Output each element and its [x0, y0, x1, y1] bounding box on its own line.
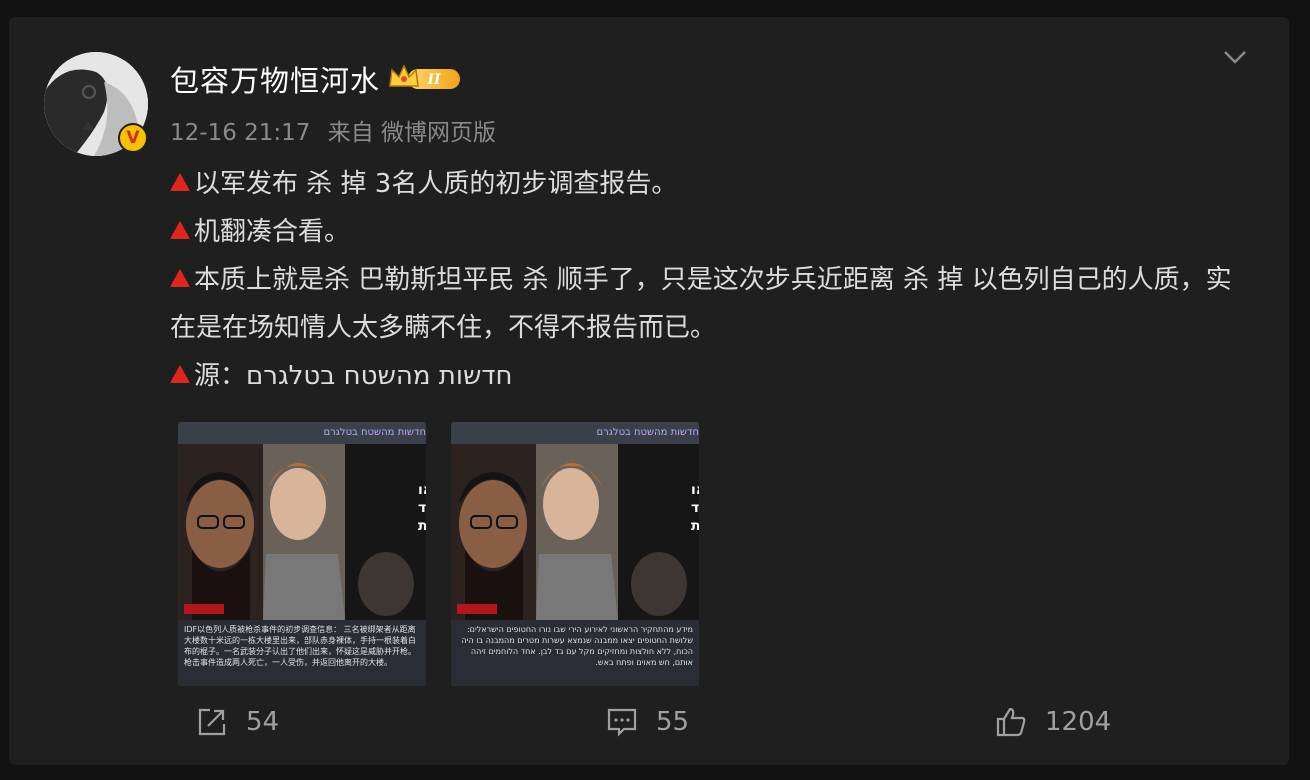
image-channel-label: חדשות מהשטח בטלגרם: [178, 422, 426, 444]
post-text: 以军发布 杀 掉 3名人质的初步调查报告。 机翻凑合看。 本质上就是杀 巴勒斯坦…: [170, 160, 1250, 400]
comment-count: 55: [656, 707, 690, 737]
svg-text:לבן וידיים מורמות: לבן וידיים מורמות: [691, 518, 699, 534]
image-channel-label: חדשות מהשטח בטלגרם: [451, 422, 699, 444]
red-triangle-icon: [170, 221, 190, 239]
red-triangle-icon: [170, 365, 190, 383]
svg-text:החטופים יצאו: החטופים יצאו: [691, 482, 699, 498]
repost-button[interactable]: 54: [196, 706, 279, 738]
comment-button[interactable]: 55: [606, 706, 689, 738]
red-triangle-icon: [170, 269, 190, 287]
svg-text:החטופים יצאו: החטופים יצאו: [418, 482, 426, 498]
verified-v-icon: V: [118, 123, 148, 153]
repost-count: 54: [246, 707, 280, 737]
hostage-photo-collage: החטופים יצאו ממבנה עם בד לבן וידיים מורמ…: [178, 444, 426, 640]
post-time[interactable]: 12-16 21:17: [170, 120, 310, 146]
member-crown-badge-icon[interactable]: II: [386, 62, 466, 94]
post-image-1[interactable]: חדשות מהשטח בטלגרם החטופים יצאו ממבנה עם…: [178, 422, 426, 686]
svg-text:לבן וידיים מורמות: לבן וידיים מורמות: [418, 518, 426, 534]
chevron-down-icon[interactable]: [1222, 48, 1248, 66]
post-image-2[interactable]: חדשות מהשטח בטלגרם החטופים יצאו ממבנה עם…: [451, 422, 699, 686]
hostage-photo-collage: החטופים יצאו ממבנה עם בד לבן וידיים מורמ…: [451, 444, 699, 640]
red-triangle-icon: [170, 173, 190, 191]
repost-share-icon: [198, 708, 226, 736]
post-meta: 12-16 21:17 来自 微博网页版: [170, 113, 506, 147]
like-count: 1204: [1045, 707, 1112, 737]
svg-text:ממבנה עם בד: ממבנה עם בד: [691, 500, 699, 516]
svg-text:ממבנה עם בד: ממבנה עם בד: [418, 500, 426, 516]
post-line-1: 以军发布 杀 掉 3名人质的初步调查报告。: [170, 160, 1250, 208]
level-badge-text: II: [426, 72, 441, 88]
image-caption: IDF以色列人质被枪杀事件的初步调查信息： 三名被绑架者从距离大楼数十米远的一栋…: [178, 620, 426, 686]
author-name[interactable]: 包容万物恒河水: [170, 58, 380, 100]
image-caption: מידע מהתחקיר הראשוני לאירוע הירי שבו נור…: [451, 620, 699, 686]
like-button[interactable]: 1204: [995, 706, 1111, 738]
post-source: 来自 微博网页版: [327, 120, 497, 146]
thumbs-up-icon: [996, 707, 1026, 737]
post-line-2: 机翻凑合看。: [170, 208, 1250, 256]
post-line-4: 源：חדשות מהשטח בטלגרם: [170, 352, 1250, 400]
comment-icon: [607, 708, 637, 737]
post-line-3: 本质上就是杀 巴勒斯坦平民 杀 顺手了，只是这次步兵近距离 杀 掉 以色列自己的…: [170, 265, 1232, 343]
